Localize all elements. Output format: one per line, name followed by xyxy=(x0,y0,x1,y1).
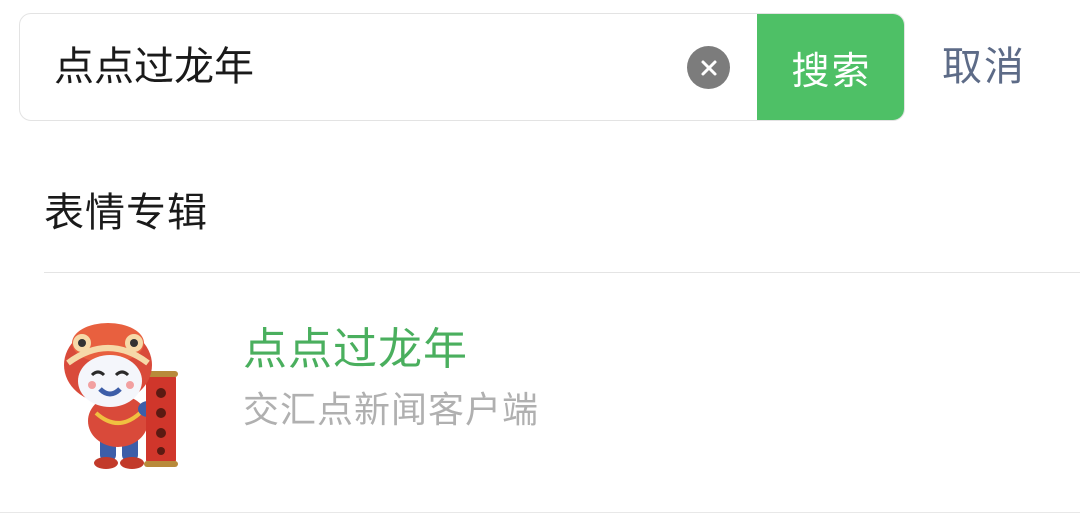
search-button[interactable]: 搜索 xyxy=(757,14,904,120)
search-bar: 点点过龙年 搜索 xyxy=(19,13,905,121)
result-title: 点点过龙年 xyxy=(243,324,468,375)
result-subtitle: 交汇点新闻客户端 xyxy=(243,390,540,431)
lion-dance-mascot-sticker-icon xyxy=(48,313,198,473)
cancel-button[interactable]: 取消 xyxy=(942,13,1026,121)
close-icon xyxy=(701,60,716,75)
list-item[interactable]: 点点过龙年 交汇点新闻客户端 xyxy=(0,273,1080,513)
section-title: 表情专辑 xyxy=(44,190,208,236)
divider xyxy=(0,512,1080,513)
clear-button[interactable] xyxy=(687,46,730,89)
search-input[interactable]: 点点过龙年 xyxy=(54,14,674,120)
